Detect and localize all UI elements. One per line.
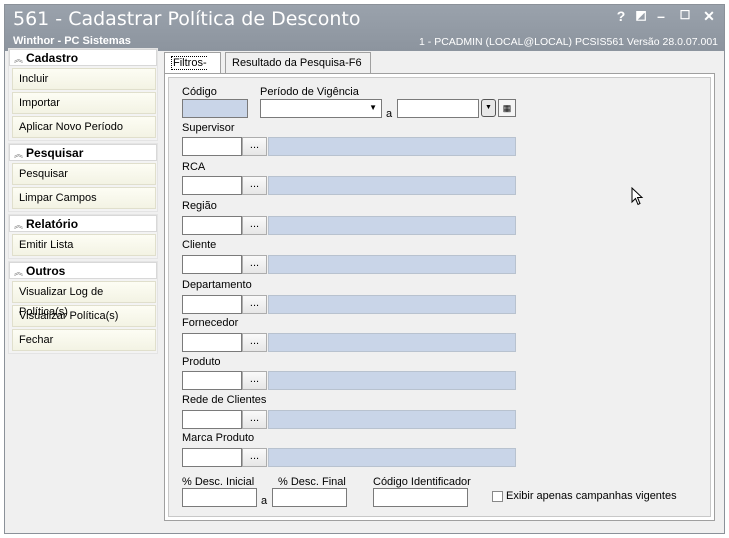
codigo-ident-label: Código Identificador [373,476,471,488]
pesquisar-button[interactable]: Pesquisar [12,163,156,185]
visualizar-log-button[interactable]: Visualizar Log de Política(s) [12,281,156,318]
group-header-pesquisar[interactable]: ︽ Pesquisar [9,144,157,161]
desc-final-input[interactable] [272,488,347,507]
cliente-description [268,255,516,274]
limpar-campos-button[interactable]: Limpar Campos [12,187,156,209]
cliente-label: Cliente [182,239,217,251]
chevron-up-icon: ︽ [14,220,24,230]
close-button[interactable]: ✕ [699,8,719,25]
supervisor-lookup-button[interactable]: ... [242,137,267,156]
departamento-label: Departamento [182,279,252,291]
window-title: 561 - Cadastrar Política de Desconto [13,8,361,30]
group-cadastro: ︽ Cadastro Incluir Importar Aplicar Novo … [8,48,158,141]
rca-label: RCA [182,161,206,173]
rca-lookup-button[interactable]: ... [242,176,267,195]
desc-separator: a [261,495,268,507]
marca-description [268,448,516,467]
rca-input[interactable] [182,176,242,195]
cliente-input[interactable] [182,255,242,274]
group-relatorio: ︽ Relatório Emitir Lista [8,214,158,259]
regiao-label: Região [182,200,217,212]
fechar-button[interactable]: Fechar [12,329,156,351]
codigo-ident-input[interactable] [373,488,468,507]
periodo-start-select[interactable]: ▼ [260,99,382,118]
desc-inicial-input[interactable] [182,488,257,507]
produto-lookup-button[interactable]: ... [242,371,267,390]
chevron-up-icon: ︽ [14,149,24,159]
produto-label: Produto [182,356,221,368]
fornecedor-description [268,333,516,352]
regiao-lookup-button[interactable]: ... [242,216,267,235]
rede-label: Rede de Clientes [182,394,267,406]
regiao-description [268,216,516,235]
marca-input[interactable] [182,448,242,467]
rca-description [268,176,516,195]
importar-button[interactable]: Importar [12,92,156,114]
chevron-up-icon: ︽ [14,267,24,277]
produto-input[interactable] [182,371,242,390]
fornecedor-input[interactable] [182,333,242,352]
codigo-input[interactable] [182,99,248,118]
campanhas-vigentes-label: Exibir apenas campanhas vigentes [506,490,677,502]
supervisor-description [268,137,516,156]
group-header-cadastro[interactable]: ︽ Cadastro [9,49,157,66]
aplicar-novo-periodo-button[interactable]: Aplicar Novo Período [12,116,156,138]
help-button[interactable]: ? [611,8,631,24]
emitir-lista-button[interactable]: Emitir Lista [12,234,156,256]
calendar-icon[interactable]: ▦ [498,99,516,117]
group-header-relatorio[interactable]: ︽ Relatório [9,215,157,232]
rede-lookup-button[interactable]: ... [242,410,267,429]
title-bar: 561 - Cadastrar Política de Desconto Win… [5,5,724,51]
tab-resultado[interactable]: Resultado da Pesquisa-F6 [225,52,371,74]
marca-label: Marca Produto [182,432,255,444]
mouse-cursor-icon [631,187,644,206]
group-outros: ︽Outros Visualizar Log de Política(s) Vi… [8,261,158,354]
group-header-outros[interactable]: ︽ Outros [9,262,157,279]
codigo-label: Código [182,86,217,98]
rede-description [268,410,516,429]
departamento-input[interactable] [182,295,242,314]
chevron-up-icon: ︽ [14,54,24,64]
departamento-description [268,295,516,314]
supervisor-label: Supervisor [182,122,235,134]
cliente-lookup-button[interactable]: ... [242,255,267,274]
visualizar-politicas-button[interactable]: Visualizar Política(s) [12,305,156,327]
campanhas-vigentes-checkbox[interactable] [492,491,503,502]
departamento-lookup-button[interactable]: ... [242,295,267,314]
supervisor-input[interactable] [182,137,242,156]
maximize-button[interactable]: ☐ [675,8,695,22]
desc-final-label: % Desc. Final [278,476,346,488]
group-pesquisar: ︽ Pesquisar Pesquisar Limpar Campos [8,143,158,212]
periodo-separator: a [386,108,393,120]
periodo-label: Período de Vigência [260,86,359,98]
marca-lookup-button[interactable]: ... [242,448,267,467]
incluir-button[interactable]: Incluir [12,68,156,90]
sidebar: ︽ Cadastro Incluir Importar Aplicar Novo … [8,48,158,356]
app-name: Winthor - PC Sistemas [13,35,131,47]
rede-input[interactable] [182,410,242,429]
restore-button[interactable]: ◩ [631,8,651,22]
fornecedor-label: Fornecedor [182,317,239,329]
minimize-button[interactable]: – [651,8,671,24]
regiao-input[interactable] [182,216,242,235]
periodo-end-input[interactable] [397,99,479,118]
desc-inicial-label: % Desc. Inicial [182,476,255,488]
dropdown-arrow-icon[interactable]: ▼ [481,99,496,117]
status-info: 1 - PCADMIN (LOCAL@LOCAL) PCSIS561 Versã… [419,36,718,48]
dropdown-arrow-icon: ▼ [369,103,377,112]
fornecedor-lookup-button[interactable]: ... [242,333,267,352]
produto-description [268,371,516,390]
tab-filtros[interactable]: Filtros-F5 [164,52,221,90]
